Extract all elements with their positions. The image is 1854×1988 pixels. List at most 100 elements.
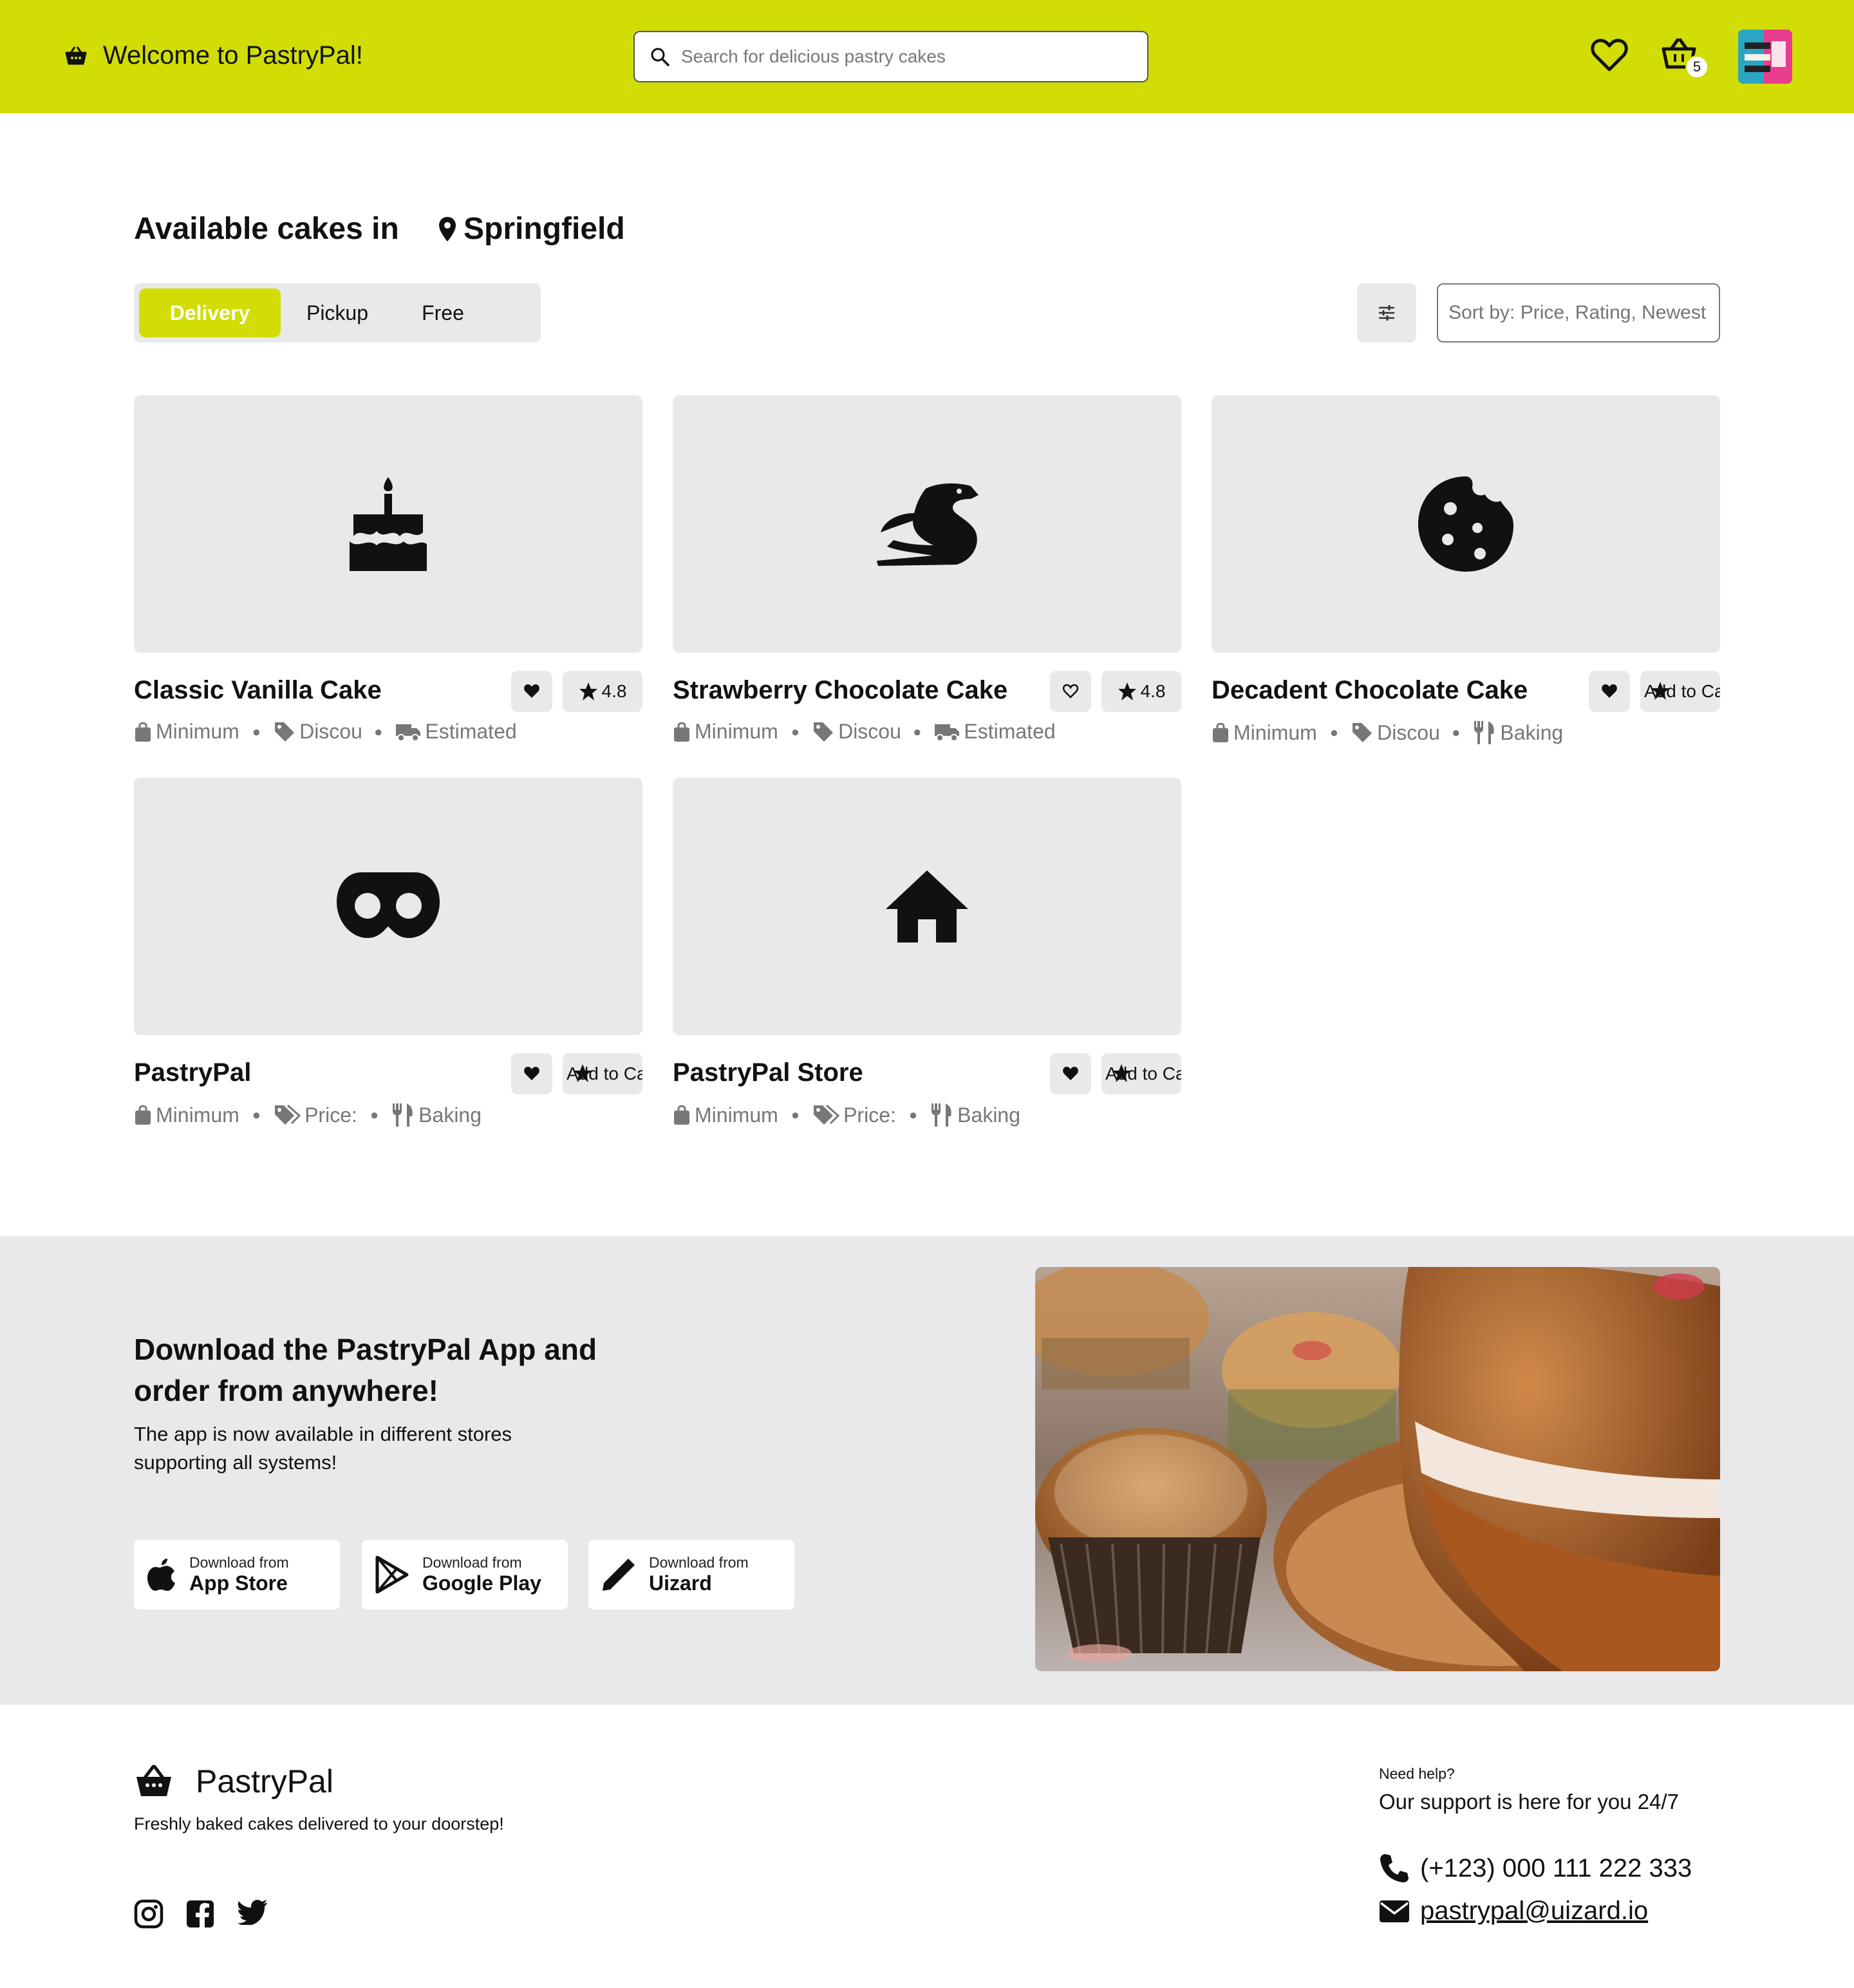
twitter-icon[interactable] (237, 1899, 268, 1929)
add-to-cart-button[interactable]: Add to Ca (1101, 1053, 1181, 1094)
sliders-icon (1378, 305, 1396, 321)
card-image (134, 778, 642, 1035)
heart-icon (523, 684, 540, 699)
brand-label: Welcome to PastryPal! (103, 41, 363, 70)
shopping-bag-icon (134, 1105, 152, 1125)
meta-baking: Baking (1500, 720, 1564, 744)
promo-subtext: The app is now available in different st… (134, 1423, 512, 1474)
delivery-tabs: Delivery Pickup Free (134, 283, 541, 342)
footer-tagline: Freshly baked cakes delivered to your do… (134, 1814, 504, 1833)
card-image (673, 778, 1181, 1035)
add-to-cart-button[interactable]: Add to Ca (563, 1053, 642, 1094)
star-icon (1112, 1064, 1131, 1083)
tag-icon (1351, 722, 1373, 744)
cake-card[interactable]: PastryPal Store Add to Ca Minimum ● Pric… (673, 778, 1181, 1127)
user-avatar[interactable] (1738, 30, 1792, 84)
rating-badge[interactable]: 4.8 (563, 671, 642, 712)
footer-brand[interactable]: PastryPal (134, 1763, 333, 1800)
fork-knife-icon (930, 1102, 953, 1128)
card-meta: Minimum ● Discou ● Estimated (134, 720, 517, 744)
card-meta: Minimum ● Discou ● Estimated (673, 720, 1056, 744)
card-meta: Minimum ● Price: ● Baking (134, 1102, 482, 1128)
basket-icon (64, 46, 88, 66)
meta-price: Price: (843, 1103, 896, 1127)
heart-icon (1601, 684, 1618, 699)
tab-free[interactable]: Free (398, 288, 488, 337)
sort-input[interactable] (1437, 283, 1720, 342)
card-title: Decadent Chocolate Cake (1212, 676, 1528, 704)
cookie-icon (1417, 475, 1515, 573)
meta-discount: Discou (1377, 720, 1439, 744)
tab-delivery[interactable]: Delivery (139, 288, 281, 337)
house-icon (885, 869, 969, 944)
star-icon (1118, 682, 1137, 701)
meta-delivery: Estimated (425, 720, 517, 743)
cake-card[interactable]: Classic Vanilla Cake 4.8 Minimum ● Disco… (134, 395, 642, 743)
instagram-icon[interactable] (134, 1899, 164, 1929)
tags-icon (274, 1104, 301, 1126)
cake-card[interactable]: Strawberry Chocolate Cake 4.8 Minimum ● … (673, 395, 1181, 743)
star-icon (573, 1064, 592, 1083)
truck-icon (395, 722, 421, 742)
search-bar[interactable] (633, 31, 1148, 82)
filter-button[interactable] (1357, 283, 1416, 342)
apple-icon (147, 1557, 176, 1592)
shopping-bag-icon (673, 1105, 691, 1125)
card-meta: Minimum ● Discou ● Baking (1212, 720, 1563, 746)
shopping-bag-icon (1212, 722, 1230, 743)
meta-minimum: Minimum (695, 720, 778, 743)
page-title-text: Available cakes in (134, 212, 399, 246)
facebook-icon[interactable] (185, 1899, 215, 1929)
map-pin-icon (438, 216, 457, 243)
heart-outline-icon (1062, 684, 1079, 699)
dragon-icon (874, 482, 980, 566)
social-links (134, 1899, 268, 1929)
heart-icon (1062, 1066, 1079, 1082)
uizard-button[interactable]: Download from Uizard (588, 1540, 794, 1609)
favorites-heart-icon[interactable] (1590, 37, 1629, 73)
star-icon (1651, 681, 1670, 700)
rating-badge[interactable]: 4.8 (1101, 671, 1181, 712)
card-image (1212, 395, 1720, 653)
location-selector[interactable]: Springfield (438, 211, 625, 247)
store-large: Google Play (422, 1571, 541, 1595)
rating-value: 4.8 (1140, 681, 1166, 701)
tag-icon (274, 721, 295, 743)
search-icon (650, 47, 670, 66)
phone-icon (1379, 1853, 1410, 1884)
pencil-icon (601, 1557, 636, 1592)
add-to-cart-button[interactable]: Add to Ca (1640, 671, 1720, 712)
location-name: Springfield (464, 212, 625, 246)
meta-discount: Discou (838, 720, 901, 743)
card-title: Classic Vanilla Cake (134, 676, 382, 704)
cake-card[interactable]: Decadent Chocolate Cake Add to Ca Minimu… (1212, 395, 1720, 744)
google-play-icon (375, 1556, 409, 1593)
favorite-button[interactable] (1050, 671, 1091, 712)
favorite-button[interactable] (1589, 671, 1630, 712)
meta-baking: Baking (418, 1103, 482, 1127)
google-play-button[interactable]: Download from Google Play (362, 1540, 568, 1609)
meta-delivery: Estimated (964, 720, 1056, 743)
app-store-button[interactable]: Download from App Store (134, 1540, 340, 1609)
cake-card[interactable]: PastryPal Add to Ca Minimum ● Price: ● B… (134, 778, 642, 1127)
header-brand[interactable]: Welcome to PastryPal! (64, 41, 363, 70)
meta-discount: Discou (299, 720, 362, 743)
card-title: PastryPal Store (673, 1058, 863, 1087)
store-small: Download from (189, 1554, 289, 1571)
store-large: App Store (189, 1571, 288, 1595)
star-icon (579, 682, 598, 701)
rating-value: 4.8 (601, 681, 627, 701)
truck-icon (934, 722, 960, 742)
favorite-button[interactable] (1050, 1053, 1091, 1094)
email-link[interactable]: pastrypal@uizard.io (1420, 1897, 1648, 1926)
phone-contact[interactable]: (+123) 000 111 222 333 (1379, 1853, 1692, 1884)
cart-count-badge: 5 (1685, 55, 1709, 79)
search-input[interactable] (681, 46, 1132, 67)
favorite-button[interactable] (511, 671, 552, 712)
store-small: Download from (649, 1554, 749, 1571)
favorite-button[interactable] (511, 1053, 552, 1094)
tag-icon (812, 721, 834, 743)
tab-pickup[interactable]: Pickup (286, 288, 389, 337)
email-contact[interactable]: pastrypal@uizard.io (1379, 1897, 1648, 1926)
shopping-bag-icon (673, 722, 691, 742)
